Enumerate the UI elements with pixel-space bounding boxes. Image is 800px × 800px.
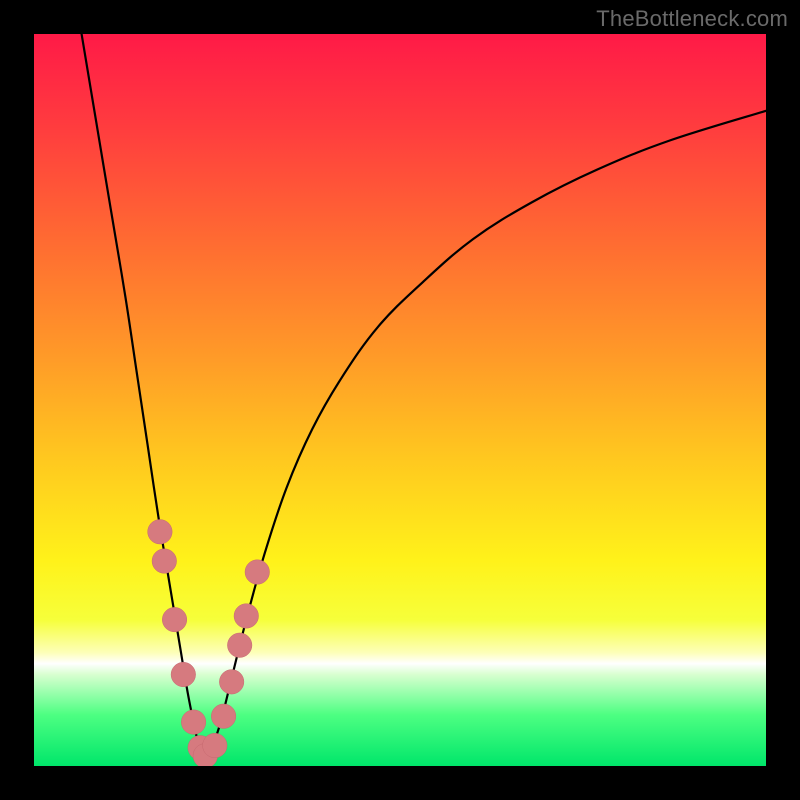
curve-marker	[162, 607, 187, 632]
curve-marker	[211, 704, 236, 729]
curve-marker	[203, 733, 228, 758]
curve-marker	[152, 549, 177, 574]
curve-marker	[181, 710, 206, 735]
curve-marker	[245, 560, 270, 585]
curve-marker	[171, 662, 196, 687]
curve-marker	[148, 520, 173, 545]
curve-marker	[227, 633, 252, 658]
curve-right-branch	[210, 111, 766, 755]
chart-frame: TheBottleneck.com	[0, 0, 800, 800]
curve-markers	[148, 520, 270, 766]
curve-marker	[219, 670, 244, 695]
watermark-text: TheBottleneck.com	[596, 6, 788, 32]
curve-marker	[234, 604, 259, 629]
curve-layer	[34, 34, 766, 766]
curve-left-branch	[82, 34, 201, 755]
plot-area	[34, 34, 766, 766]
